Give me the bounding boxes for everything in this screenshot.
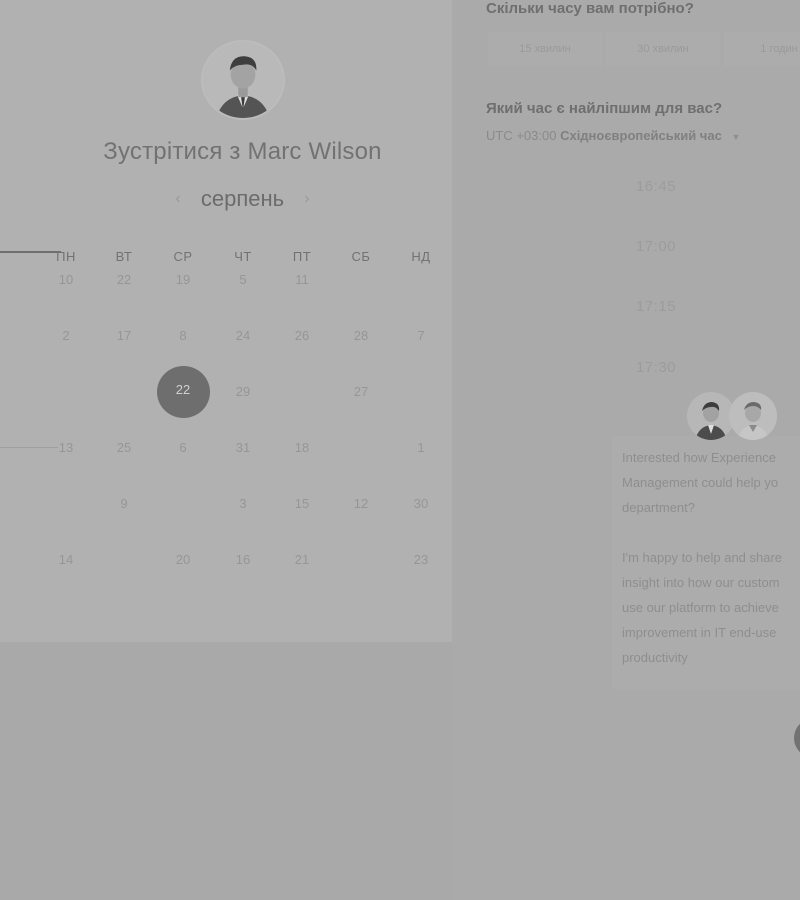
calendar-day[interactable]: 3 xyxy=(223,496,263,516)
card-text-line: I'm happy to help and share xyxy=(622,550,783,565)
card-text-line: insight into how our custom xyxy=(622,575,780,590)
calendar-day[interactable]: 23 xyxy=(401,552,441,572)
calendar-day[interactable]: 17 xyxy=(104,328,144,348)
calendar-day xyxy=(282,384,322,404)
calendar-day xyxy=(341,440,381,460)
team-avatars-icon xyxy=(687,392,777,442)
duration-options: 15 хвилин 30 хвилин 1 годин xyxy=(486,32,800,66)
weekday-label: ЧТ xyxy=(234,249,252,264)
calendar-day[interactable]: 11 xyxy=(282,272,322,292)
month-label: серпень xyxy=(200,186,285,211)
month-navigator: ‹ серпень › xyxy=(0,186,485,212)
calendar-day[interactable]: 14 xyxy=(46,552,86,572)
duration-question: Скільки часу вам потрібно? xyxy=(486,0,694,17)
calendar-day[interactable]: 30 xyxy=(401,496,441,516)
calendar-day[interactable]: 22 xyxy=(104,272,144,292)
calendar-day[interactable]: 13 xyxy=(46,440,86,460)
calendar-day xyxy=(46,496,86,516)
weekday-label: НД xyxy=(411,249,431,264)
calendar-day[interactable]: 24 xyxy=(223,328,263,348)
calendar-day[interactable]: 15 xyxy=(282,496,322,516)
caret-down-icon: ▼ xyxy=(731,132,741,142)
calendar-day xyxy=(401,384,441,404)
calendar-day[interactable]: 10 xyxy=(46,272,86,292)
card-text-line: use our platform to achieve xyxy=(622,600,779,615)
weekday-label: СР xyxy=(173,249,193,264)
duration-option-60[interactable]: 1 годин xyxy=(724,32,800,66)
calendar-day[interactable]: 16 xyxy=(223,552,263,572)
calendar-day xyxy=(104,384,144,404)
meeting-title: Зустрітися з Marc Wilson xyxy=(103,138,382,165)
card-text-line: department? xyxy=(622,500,695,515)
calendar-day[interactable]: 5 xyxy=(223,272,263,292)
timezone-offset: UTC +03:00 xyxy=(486,128,557,143)
calendar-day[interactable]: 19 xyxy=(163,272,203,292)
calendar-day[interactable]: 29 xyxy=(223,384,263,404)
timezone-name: Східноєвропейський час xyxy=(560,128,722,143)
card-text-line: Management could help yo xyxy=(622,475,779,490)
calendar-day[interactable]: 21 xyxy=(282,552,322,572)
calendar-day[interactable]: 1 xyxy=(401,440,441,460)
calendar-day xyxy=(341,272,381,292)
prev-month-button[interactable]: ‹ xyxy=(175,190,180,207)
time-slot[interactable]: 16:45 xyxy=(612,178,700,195)
timezone-selector[interactable]: UTC +03:00 Східноєвропейський час ▼ xyxy=(486,128,740,143)
calendar-day[interactable]: 8 xyxy=(163,328,203,348)
weekday-label: ПН xyxy=(56,249,76,264)
time-question: Який час є найліпшим для вас? xyxy=(486,100,723,117)
calendar-day[interactable]: 12 xyxy=(341,496,381,516)
calendar-day[interactable]: 27 xyxy=(341,384,381,404)
avatar-man-icon xyxy=(729,392,777,440)
calendar-day xyxy=(104,552,144,572)
time-slot[interactable]: 17:15 xyxy=(612,298,700,315)
calendar-day xyxy=(341,552,381,572)
avatar-man-icon xyxy=(687,392,735,440)
card-text-line: improvement in IT end-use xyxy=(622,625,777,640)
calendar-day xyxy=(401,272,441,292)
calendar-day[interactable]: 20 xyxy=(163,552,203,572)
time-slot[interactable]: 17:30 xyxy=(612,359,700,376)
calendar-day xyxy=(46,384,86,404)
weekday-label: ВТ xyxy=(115,249,133,264)
calendar-day[interactable]: 28 xyxy=(341,328,381,348)
calendar-day[interactable]: 18 xyxy=(282,440,322,460)
duration-option-30[interactable]: 30 хвилин xyxy=(606,32,720,66)
host-avatar-icon xyxy=(201,40,285,120)
weekday-label: ПТ xyxy=(292,249,312,264)
calendar-day xyxy=(163,496,203,516)
time-slot[interactable]: 17:00 xyxy=(612,238,700,255)
card-text-line: productivity xyxy=(622,650,688,665)
calendar-day[interactable]: 2 xyxy=(46,328,86,348)
weekday-label: СБ xyxy=(351,249,371,264)
calendar-day[interactable]: 26 xyxy=(282,328,322,348)
duration-option-15[interactable]: 15 хвилин xyxy=(488,32,602,66)
calendar-day-selected[interactable]: 22 xyxy=(163,382,203,402)
next-month-button[interactable]: › xyxy=(304,190,309,207)
weekday-header: ПН ВТ СР ЧТ ПТ СБ НД xyxy=(0,249,452,269)
calendar-day[interactable]: 6 xyxy=(163,440,203,460)
card-text-line: Interested how Experience xyxy=(622,450,776,465)
calendar-day[interactable]: 7 xyxy=(401,328,441,348)
calendar-day[interactable]: 31 xyxy=(223,440,263,460)
calendar-day[interactable]: 25 xyxy=(104,440,144,460)
calendar-day[interactable]: 9 xyxy=(104,496,144,516)
